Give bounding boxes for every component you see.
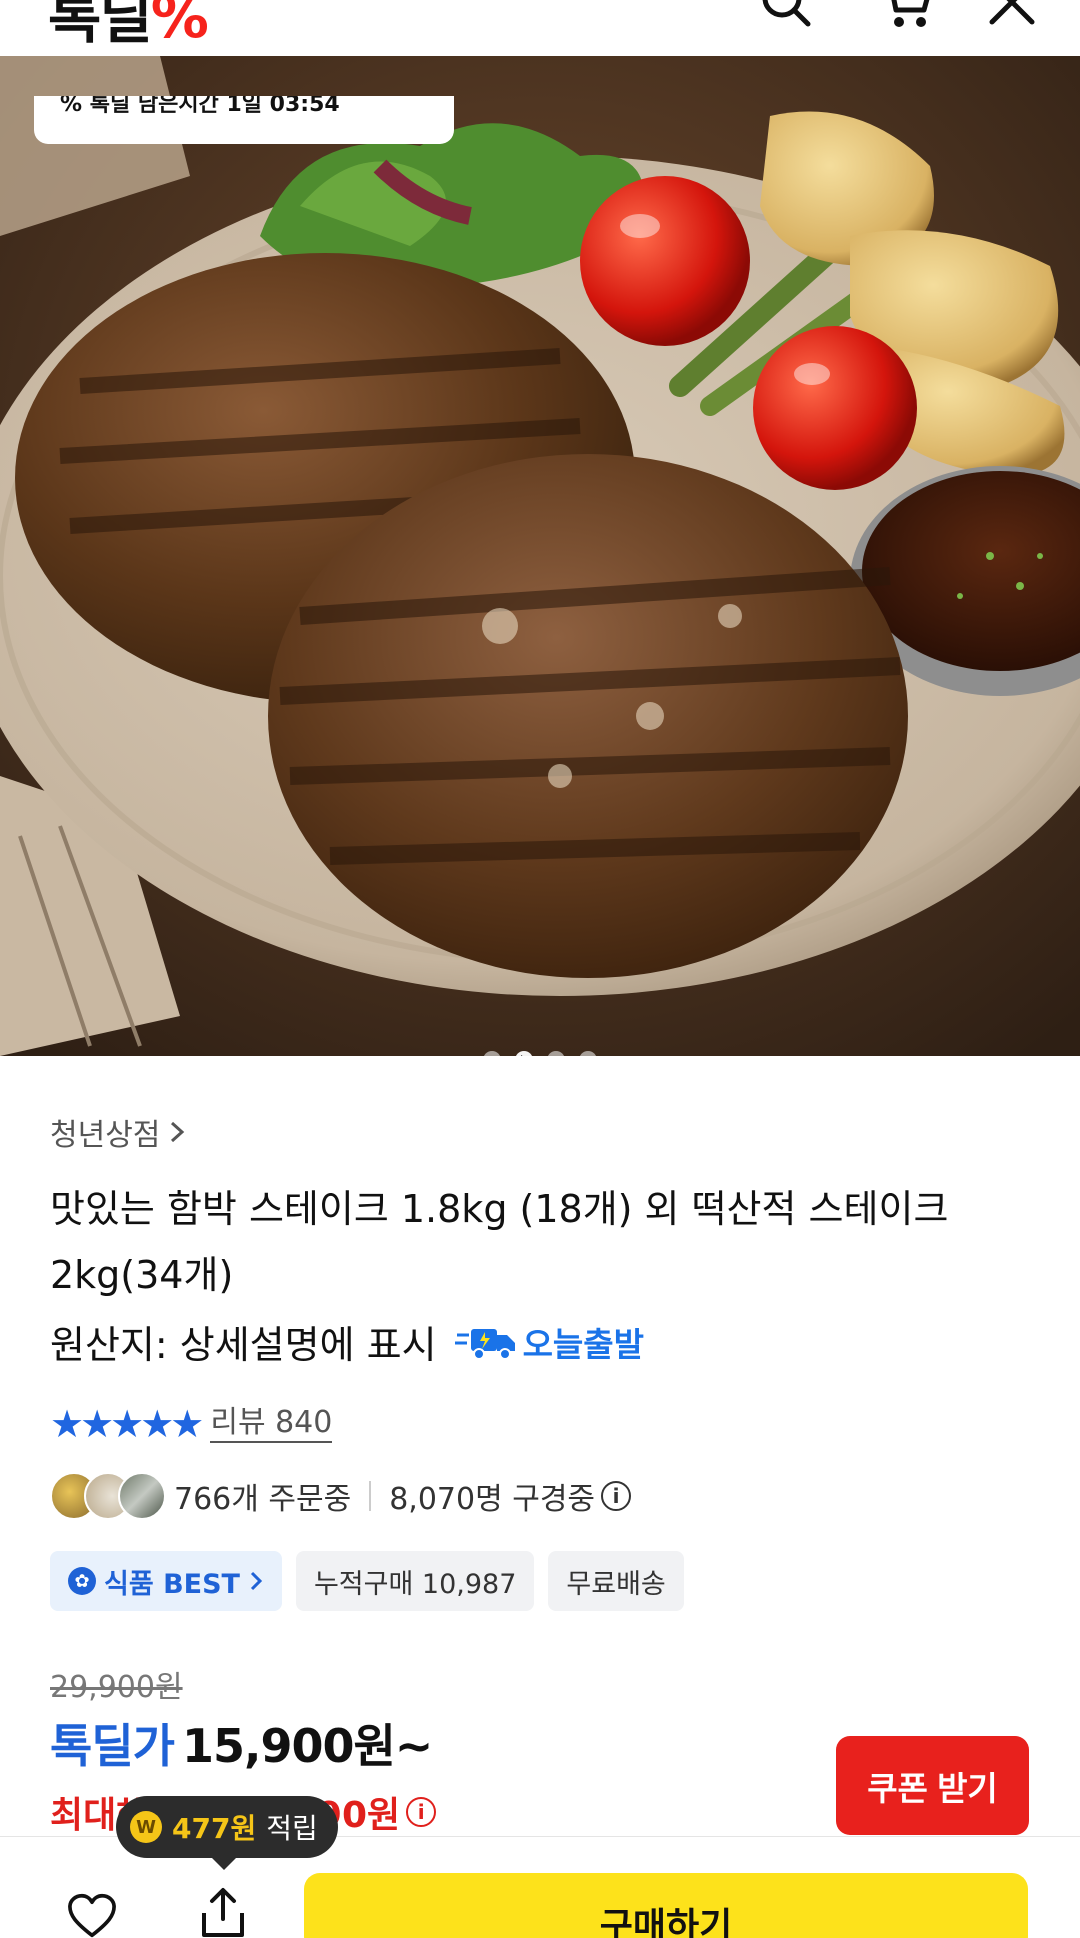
divider — [369, 1481, 372, 1511]
close-icon[interactable] — [982, 0, 1042, 30]
rating-stars: ★★★★★ — [50, 1402, 204, 1446]
chevron-right-icon — [171, 1121, 185, 1143]
points-tooltip: W 477원 적립 — [116, 1796, 338, 1870]
rating-row[interactable]: ★★★★★ 리뷰 840 — [50, 1402, 333, 1446]
carousel-dot[interactable] — [547, 1051, 565, 1056]
best-category-tag[interactable]: ✿ 식품 BEST — [50, 1551, 282, 1611]
avatar — [118, 1472, 166, 1520]
shipping-badge: 오늘출발 — [454, 1318, 645, 1366]
share-icon[interactable] — [196, 1885, 250, 1938]
watcher-count: 8,070명 구경중 — [389, 1482, 596, 1517]
carousel-indicator — [0, 1048, 1080, 1056]
carousel-play-dot[interactable] — [515, 1051, 533, 1056]
carousel-dot[interactable] — [579, 1051, 597, 1056]
heart-icon[interactable] — [64, 1893, 120, 1938]
carousel-dot[interactable] — [483, 1051, 501, 1056]
deal-price-row: 톡딜가 15,900원~ — [50, 1710, 433, 1776]
buy-button[interactable]: 구매하기 — [304, 1873, 1028, 1938]
product-photo — [0, 56, 1080, 1056]
shipping-badge-label: 오늘출발 — [522, 1324, 645, 1364]
points-suffix: 적립 — [266, 1812, 318, 1845]
search-icon[interactable] — [756, 0, 816, 30]
origin-text: 원산지: 상세설명에 표시 — [50, 1323, 437, 1367]
cart-icon[interactable] — [876, 0, 936, 30]
original-price: 29,900원 — [50, 1670, 183, 1705]
product-image-carousel[interactable]: % 톡딜 남은시간 1일 03:54 — [0, 56, 1080, 1056]
info-icon[interactable]: i — [601, 1481, 632, 1511]
logo: 톡딜% — [48, 0, 209, 51]
delivery-truck-icon — [454, 1328, 515, 1360]
deal-price: 15,900원~ — [181, 1719, 433, 1773]
buyer-avatars — [50, 1472, 166, 1520]
store-link[interactable]: 청년상점 — [50, 1110, 188, 1154]
chevron-right-icon — [250, 1571, 263, 1591]
order-count: 766개 주문중 — [174, 1482, 352, 1517]
live-activity-row: 766개 주문중 8,070명 구경중 i — [50, 1472, 632, 1520]
top-header: 톡딜% — [0, 0, 1080, 56]
product-title: 맛있는 함박 스테이크 1.8kg (18개) 외 떡산적 스테이크 2kg(3… — [50, 1187, 949, 1297]
review-link[interactable]: 리뷰 840 — [210, 1405, 333, 1443]
badge-icon: ✿ — [68, 1567, 96, 1595]
origin-row: 원산지: 상세설명에 표시 오늘출발 — [50, 1314, 644, 1369]
info-icon[interactable]: i — [406, 1797, 437, 1827]
cumulative-purchase-tag: 누적구매 10,987 — [295, 1551, 535, 1611]
deal-label: 톡딜가 — [50, 1719, 175, 1773]
get-coupon-button[interactable]: 쿠폰 받기 — [836, 1736, 1029, 1835]
coin-icon: W — [130, 1811, 162, 1843]
points-amount: 477원 — [172, 1812, 257, 1845]
deal-timer-chip: % 톡딜 남은시간 1일 03:54 — [34, 96, 454, 144]
free-shipping-tag: 무료배송 — [548, 1551, 684, 1611]
tag-row: ✿ 식품 BEST 누적구매 10,987 무료배송 — [50, 1551, 684, 1611]
store-name: 청년상점 — [50, 1118, 161, 1153]
